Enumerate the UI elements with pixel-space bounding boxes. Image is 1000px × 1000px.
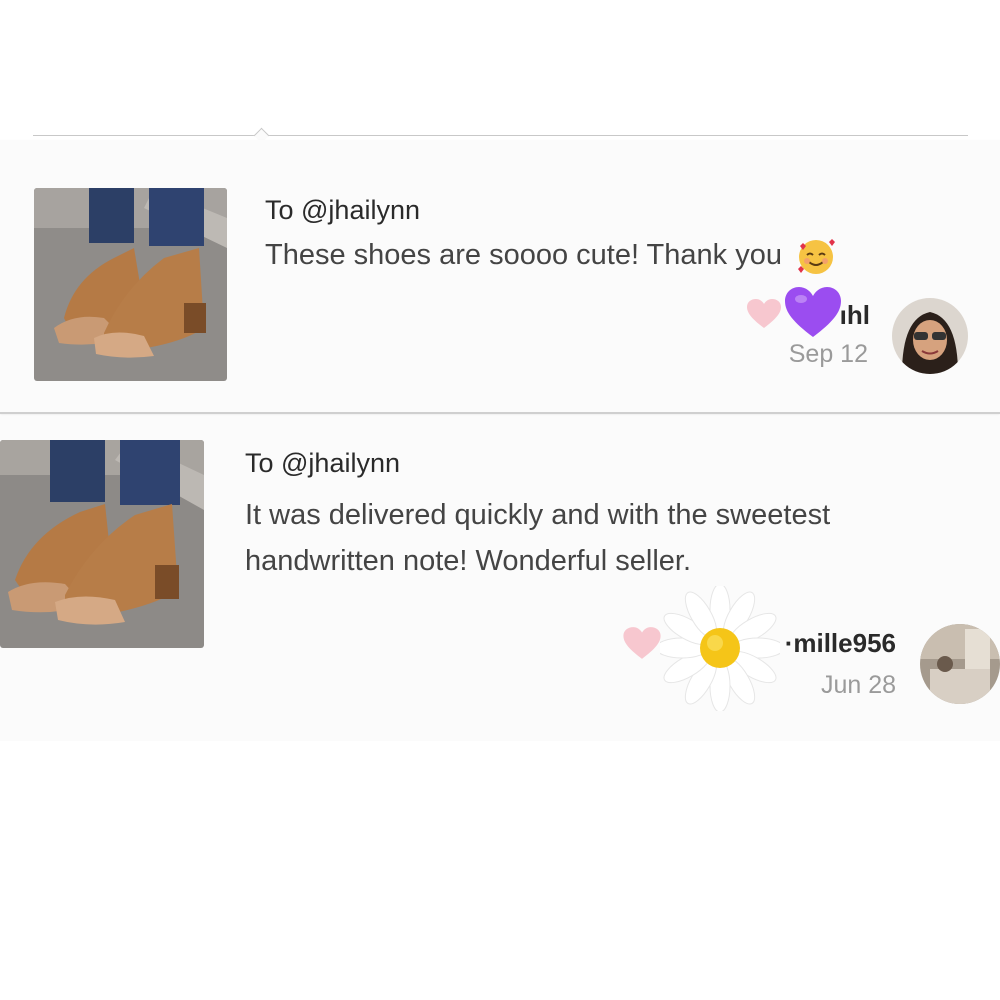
reviewer-avatar[interactable] <box>920 624 1000 704</box>
sandals-photo <box>34 188 227 381</box>
review-text: These shoes are soooo cute! Thank you <box>265 239 782 271</box>
review-message: These shoes are soooo cute! Thank you <box>265 232 836 278</box>
recipient-label: To @jhailynn <box>245 448 400 478</box>
product-thumbnail[interactable] <box>34 188 227 381</box>
review-message: It was delivered quickly and with the sw… <box>245 492 830 584</box>
heart-icon[interactable] <box>746 298 782 335</box>
sandals-photo <box>0 440 204 648</box>
review-date: Sep 12 <box>788 340 868 368</box>
reviewer-avatar[interactable] <box>892 298 968 374</box>
smiling-face-with-hearts-icon <box>796 236 836 276</box>
heart-icon[interactable] <box>622 626 662 666</box>
top-divider <box>33 135 968 136</box>
review-date: Jun 28 <box>820 671 896 699</box>
review-card-1: To @jhailynn These shoes are soooo cute!… <box>0 140 1000 414</box>
product-thumbnail[interactable] <box>0 440 204 648</box>
review-text-line-1: It was delivered quickly and with the sw… <box>245 499 831 531</box>
daisy-icon <box>655 583 785 716</box>
review-text-line-2: handwritten note! Wonderful seller. <box>245 545 692 577</box>
purple-heart-icon <box>783 285 843 345</box>
review-card-2: To @jhailynn It was delivered quickly an… <box>0 416 1000 741</box>
recipient-label: To @jhailynn <box>265 195 420 225</box>
